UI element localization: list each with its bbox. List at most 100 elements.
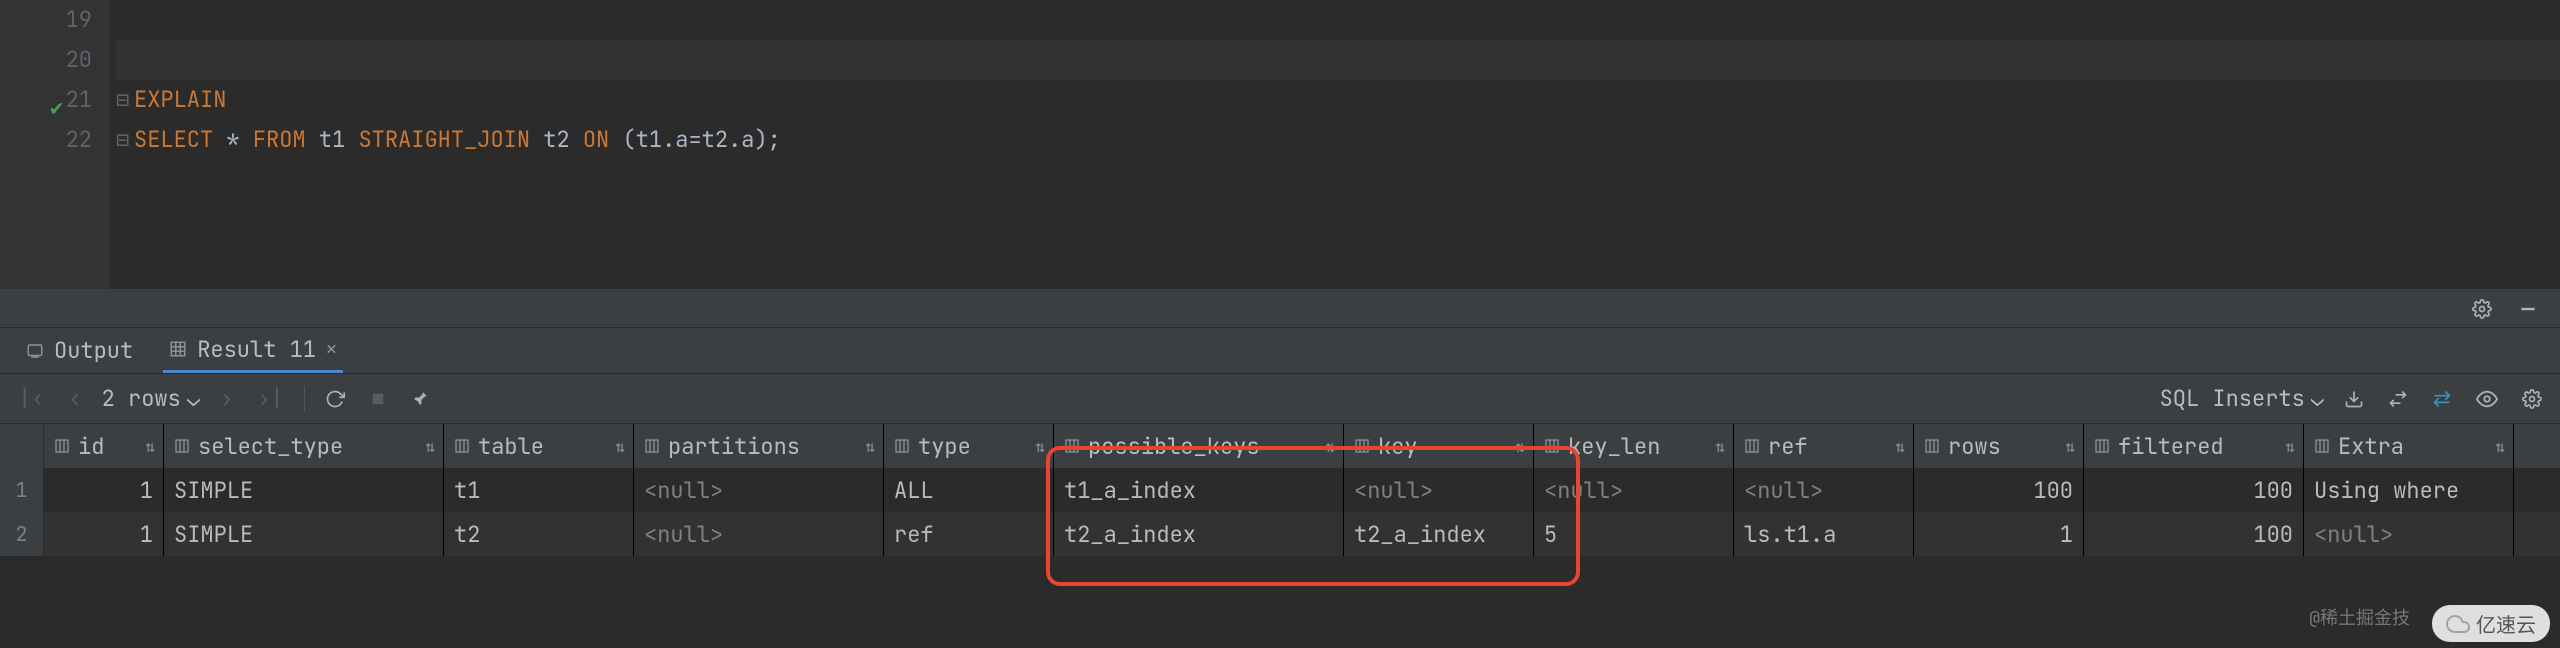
sort-icon[interactable]: ⇅	[425, 436, 435, 457]
cell-table[interactable]: t1	[444, 468, 634, 512]
cell-select_type[interactable]: SIMPLE	[164, 468, 444, 512]
tab-result-label: Result 11	[197, 335, 316, 364]
cell-filtered[interactable]: 100	[2084, 512, 2304, 556]
table-row[interactable]: 21SIMPLEt2<null>reft2_a_indext2_a_index5…	[0, 512, 2560, 556]
eye-icon[interactable]	[2472, 384, 2502, 414]
column-header-ref[interactable]: ref⇅	[1734, 424, 1914, 468]
cell-possible_keys[interactable]: t1_a_index	[1054, 468, 1344, 512]
stop-icon[interactable]	[365, 386, 391, 412]
export-format-dropdown[interactable]: SQL Inserts ⌄	[2160, 384, 2324, 413]
cell-key[interactable]: <null>	[1344, 468, 1534, 512]
column-label: Extra	[2338, 432, 2404, 461]
cell-type[interactable]: ref	[884, 512, 1054, 556]
column-icon	[894, 438, 910, 454]
cell-key_len[interactable]: 5	[1534, 512, 1734, 556]
row-number[interactable]: 2	[0, 512, 44, 556]
column-header-select_type[interactable]: select_type⇅	[164, 424, 444, 468]
line-number: 22	[0, 120, 92, 160]
first-page-icon[interactable]: |‹	[14, 380, 48, 417]
code-line[interactable]	[116, 0, 2560, 40]
sort-icon[interactable]: ⇅	[2065, 436, 2075, 457]
column-header-Extra[interactable]: Extra ⇅	[2304, 424, 2514, 468]
sort-icon[interactable]: ⇅	[1035, 436, 1045, 457]
chevron-down-icon: ⌄	[187, 384, 200, 413]
code-token: STRAIGHT_JOIN	[358, 125, 530, 154]
cell-select_type[interactable]: SIMPLE	[164, 512, 444, 556]
column-header-filtered[interactable]: filtered⇅	[2084, 424, 2304, 468]
chevron-down-icon: ⌄	[2311, 384, 2324, 413]
cell-rows[interactable]: 100	[1914, 468, 2084, 512]
cell-ref[interactable]: ls.t1.a	[1734, 512, 1914, 556]
cell-ref[interactable]: <null>	[1734, 468, 1914, 512]
cell-partitions[interactable]: <null>	[634, 468, 884, 512]
column-icon	[2314, 438, 2330, 454]
settings-icon[interactable]	[2518, 385, 2546, 413]
cell-table[interactable]: t2	[444, 512, 634, 556]
sort-icon[interactable]: ⇅	[2495, 436, 2505, 457]
download-icon[interactable]	[2340, 385, 2368, 413]
tab-result[interactable]: Result 11 ✕	[163, 328, 343, 373]
editor-code[interactable]: ⊟EXPLAIN⊟SELECT * FROM t1 STRAIGHT_JOIN …	[110, 0, 2560, 289]
minimize-icon[interactable]	[2514, 295, 2542, 323]
cell-id[interactable]: 1	[44, 468, 164, 512]
column-header-id[interactable]: id⇅	[44, 424, 164, 468]
cell-key[interactable]: t2_a_index	[1344, 512, 1534, 556]
fold-icon[interactable]: ⊟	[116, 80, 134, 120]
column-label: key_len	[1568, 432, 1660, 461]
close-icon[interactable]: ✕	[326, 338, 337, 361]
compare-icon[interactable]	[2428, 385, 2456, 413]
separator	[304, 386, 305, 412]
column-header-partitions[interactable]: partitions⇅	[634, 424, 884, 468]
column-header-key[interactable]: key⇅	[1344, 424, 1534, 468]
code-token: t2	[530, 125, 583, 154]
fold-icon[interactable]: ⊟	[116, 120, 134, 160]
rows-dropdown[interactable]: 2 rows ⌄	[102, 384, 200, 413]
cell-id[interactable]: 1	[44, 512, 164, 556]
column-label: possible_keys	[1088, 432, 1260, 461]
prev-page-icon[interactable]: ‹	[64, 380, 85, 417]
code-line[interactable]: ⊟SELECT * FROM t1 STRAIGHT_JOIN t2 ON (t…	[116, 120, 2560, 160]
last-page-icon[interactable]: ›|	[253, 380, 287, 417]
cell-Extra[interactable]: <null>	[2304, 512, 2514, 556]
sort-icon[interactable]: ⇅	[2285, 436, 2295, 457]
table-row[interactable]: 11SIMPLEt1<null>ALLt1_a_index<null><null…	[0, 468, 2560, 512]
pin-icon[interactable]	[407, 386, 433, 412]
column-header-type[interactable]: type⇅	[884, 424, 1054, 468]
code-line[interactable]	[116, 40, 2560, 80]
line-number: 19	[0, 0, 92, 40]
column-header-key_len[interactable]: key_len ⇅	[1534, 424, 1734, 468]
code-line[interactable]: ⊟EXPLAIN	[116, 80, 2560, 120]
sort-icon[interactable]: ⇅	[1715, 436, 1725, 457]
cell-partitions[interactable]: <null>	[634, 512, 884, 556]
column-header-possible_keys[interactable]: possible_keys ⇅	[1054, 424, 1344, 468]
watermark-badge: 亿速云	[2432, 605, 2550, 642]
result-grid[interactable]: id⇅select_type⇅table⇅partitions⇅type⇅pos…	[0, 424, 2560, 556]
tab-output[interactable]: Output	[20, 328, 139, 373]
cell-possible_keys[interactable]: t2_a_index	[1054, 512, 1344, 556]
code-token: t1	[306, 125, 359, 154]
sort-icon[interactable]: ⇅	[145, 436, 155, 457]
row-number[interactable]: 1	[0, 468, 44, 512]
column-header-table[interactable]: table⇅	[444, 424, 634, 468]
column-header-rows[interactable]: rows⇅	[1914, 424, 2084, 468]
cell-filtered[interactable]: 100	[2084, 468, 2304, 512]
sort-icon[interactable]: ⇅	[615, 436, 625, 457]
sort-icon[interactable]: ⇅	[1895, 436, 1905, 457]
sort-icon[interactable]: ⇅	[1515, 436, 1525, 457]
column-icon	[174, 438, 190, 454]
sort-icon[interactable]: ⇅	[1325, 436, 1335, 457]
cell-type[interactable]: ALL	[884, 468, 1054, 512]
refresh-icon[interactable]	[321, 385, 349, 413]
column-icon	[1744, 438, 1760, 454]
cell-key_len[interactable]: <null>	[1534, 468, 1734, 512]
cell-rows[interactable]: 1	[1914, 512, 2084, 556]
cell-Extra[interactable]: Using where	[2304, 468, 2514, 512]
column-icon	[2094, 438, 2110, 454]
sql-editor[interactable]: 192021✔22 ⊟EXPLAIN⊟SELECT * FROM t1 STRA…	[0, 0, 2560, 290]
column-icon	[1544, 438, 1560, 454]
next-page-icon[interactable]: ›	[216, 380, 237, 417]
sort-icon[interactable]: ⇅	[865, 436, 875, 457]
export-format-label: SQL Inserts	[2160, 384, 2305, 413]
gear-icon[interactable]	[2468, 295, 2496, 323]
export-icon[interactable]	[2384, 385, 2412, 413]
